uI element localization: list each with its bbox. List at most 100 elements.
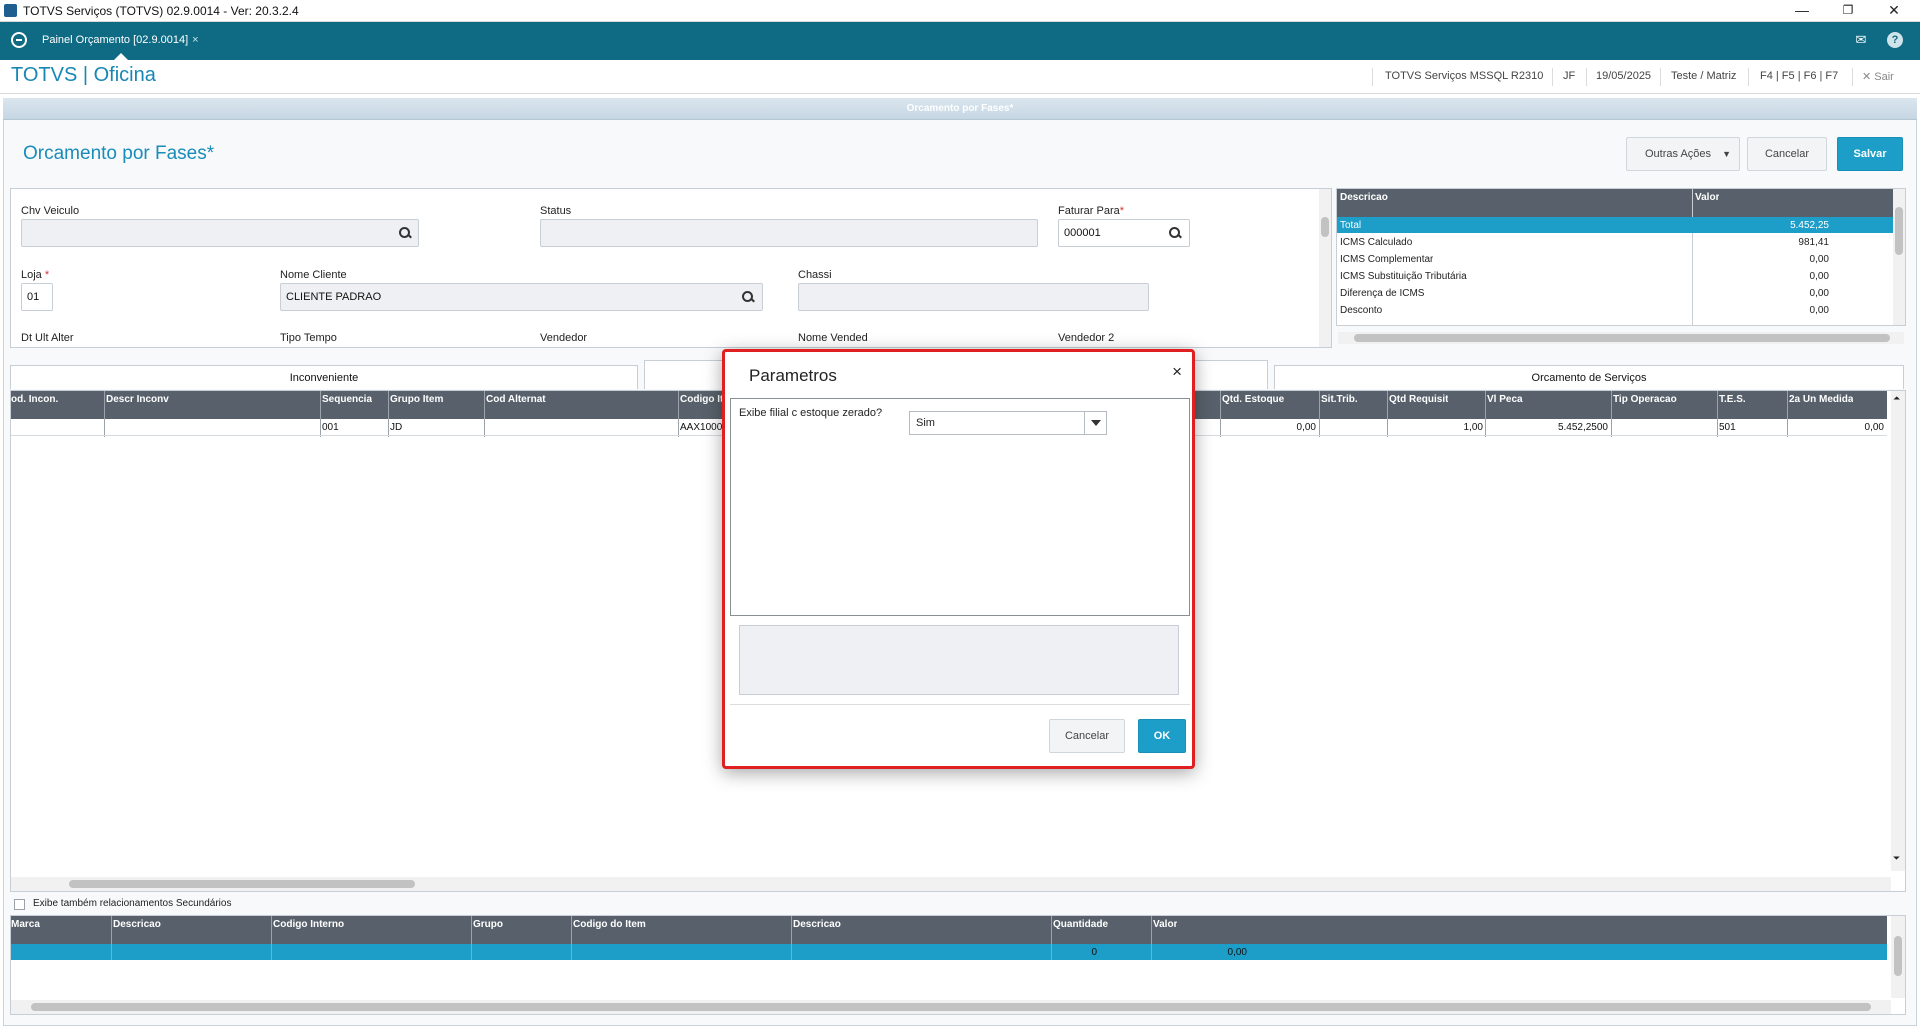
scroll-thumb[interactable] (69, 880, 415, 888)
brand-title: TOTVS | Oficina (11, 64, 156, 86)
secondary-checkbox[interactable] (14, 899, 25, 910)
column-divider (1717, 391, 1718, 437)
cell-qtd-estoque[interactable]: 0,00 (1222, 422, 1316, 433)
column-divider (104, 391, 105, 437)
chassi-label: Chassi (798, 269, 832, 281)
tab-inconveniente[interactable]: Inconveniente (10, 365, 638, 389)
col-marca: Marca (11, 919, 40, 930)
parts-grid-vscrollbar[interactable]: ⏶ ⏷ (1891, 391, 1905, 871)
parts-grid-hscrollbar[interactable] (11, 877, 1891, 891)
nome-cliente-input[interactable]: CLIENTE PADRAO (280, 283, 763, 311)
branch-label: Teste / Matriz (1671, 70, 1737, 82)
other-actions-button[interactable]: Outras Ações ▼ (1626, 137, 1740, 171)
totals-hscrollbar[interactable] (1338, 332, 1904, 344)
totals-value: 0,00 (1809, 305, 1829, 316)
loja-input[interactable]: 01 (21, 283, 53, 311)
column-divider (1611, 391, 1612, 437)
col-codigo-item: Codigo It (680, 394, 724, 405)
dialog-cancel-button[interactable]: Cancelar (1049, 719, 1125, 753)
col-qtd-estoque: Qtd. Estoque (1222, 394, 1285, 405)
environment-label: TOTVS Serviços MSSQL R2310 (1385, 70, 1544, 82)
faturar-para-text: Faturar Para (1058, 205, 1120, 217)
totals-grid: Descricao Valor Total 5.452,25 ICMS Calc… (1336, 188, 1906, 326)
param-select[interactable]: Sim (909, 411, 1107, 435)
scroll-thumb[interactable] (1894, 936, 1902, 976)
totals-desc: ICMS Calculado (1340, 237, 1413, 248)
close-window-button[interactable]: ✕ (1872, 0, 1916, 22)
col-un-medida: 2a Un Medida (1789, 394, 1854, 405)
col-sit-trib: Sit.Trib. (1321, 394, 1358, 405)
chv-veiculo-input[interactable] (21, 219, 419, 247)
scroll-thumb[interactable] (1895, 207, 1903, 255)
faturar-para-label: Faturar Para* (1058, 205, 1124, 217)
param-select-value: Sim (916, 417, 935, 429)
form-scrollbar[interactable] (1319, 189, 1331, 347)
totals-desc: ICMS Substituição Tributária (1340, 271, 1467, 282)
column-divider (1319, 391, 1320, 437)
chevron-down-icon[interactable] (1084, 412, 1106, 434)
totvs-logo-icon[interactable] (11, 32, 27, 48)
search-icon[interactable] (1169, 227, 1181, 239)
header-divider (1660, 68, 1661, 86)
cell-vl-peca[interactable]: 5.452,2500 (1487, 422, 1608, 433)
minimize-button[interactable]: — (1780, 0, 1824, 22)
dialog-ok-button[interactable]: OK (1138, 719, 1186, 753)
cell-qtd-requisit[interactable]: 1,00 (1389, 422, 1483, 433)
totals-scrollbar[interactable] (1893, 189, 1905, 325)
scroll-thumb[interactable] (1321, 217, 1329, 237)
date-label: 19/05/2025 (1596, 70, 1652, 82)
column-divider (471, 916, 472, 960)
cell-quantidade[interactable]: 0 (1053, 947, 1097, 958)
column-divider (111, 916, 112, 960)
search-icon[interactable] (399, 227, 411, 239)
exit-label: Sair (1874, 71, 1894, 83)
related-vscrollbar[interactable] (1891, 916, 1905, 998)
totals-header (1337, 189, 1893, 217)
cell-grupo-item[interactable]: JD (390, 422, 402, 433)
cell-un-medida[interactable]: 0,00 (1789, 422, 1884, 433)
cell-valor[interactable]: 0,00 (1153, 947, 1247, 958)
close-icon[interactable]: × (1172, 362, 1182, 382)
scroll-bottom-icon[interactable]: ⏷ (1893, 853, 1900, 864)
loja-label: Loja * (21, 269, 49, 281)
scroll-thumb[interactable] (1354, 334, 1890, 342)
status-input[interactable] (540, 219, 1038, 247)
other-actions-label: Outras Ações (1645, 148, 1712, 160)
page-banner: Orcamento por Fases* (3, 98, 1917, 120)
cell-codigo-item[interactable]: AAX1000 (680, 422, 722, 433)
related-hscrollbar[interactable] (11, 1000, 1891, 1014)
mail-icon[interactable]: ✉ (1853, 32, 1869, 48)
totals-value: 0,00 (1809, 254, 1829, 265)
cell-tes[interactable]: 501 (1719, 422, 1736, 433)
cancel-button[interactable]: Cancelar (1747, 137, 1827, 171)
totals-header-valor: Valor (1695, 192, 1720, 203)
exit-link[interactable]: ✕ Sair (1862, 70, 1894, 83)
tab-close-icon[interactable]: × (192, 34, 198, 46)
related-row-selected[interactable] (11, 944, 1887, 960)
page-title: Orcamento por Fases* (23, 143, 215, 164)
help-icon[interactable]: ? (1887, 32, 1903, 48)
column-divider (320, 391, 321, 437)
vendedor-label: Vendedor (540, 332, 588, 344)
totals-desc: Total (1340, 220, 1362, 231)
search-icon[interactable] (742, 291, 754, 303)
save-button[interactable]: Salvar (1837, 137, 1903, 171)
tab-orcamento-servicos[interactable]: Orcamento de Serviços (1274, 365, 1904, 389)
col-quantidade: Quantidade (1053, 919, 1109, 930)
header-divider (1748, 68, 1749, 86)
col-codigo-interno: Codigo Interno (273, 919, 345, 930)
dialog-help-box (739, 625, 1179, 695)
param-question-label: Exibe filial c estoque zerado? (739, 407, 883, 419)
chassi-input[interactable] (798, 283, 1149, 311)
scroll-thumb[interactable] (31, 1003, 1871, 1011)
maximize-button[interactable]: ❐ (1826, 0, 1870, 22)
cell-sequencia[interactable]: 001 (322, 422, 339, 433)
header-form: Chv Veiculo Status Faturar Para* 000001 … (10, 188, 1332, 348)
scroll-top-icon[interactable]: ⏶ (1893, 393, 1900, 404)
loja-text: Loja (21, 269, 42, 281)
col-codigo-do-item: Codigo do Item (573, 919, 646, 930)
column-divider (1787, 391, 1788, 437)
app-icon (4, 4, 17, 17)
os-title-bar: TOTVS Serviços (TOTVS) 02.9.0014 - Ver: … (0, 0, 1920, 22)
column-divider (1151, 916, 1152, 960)
